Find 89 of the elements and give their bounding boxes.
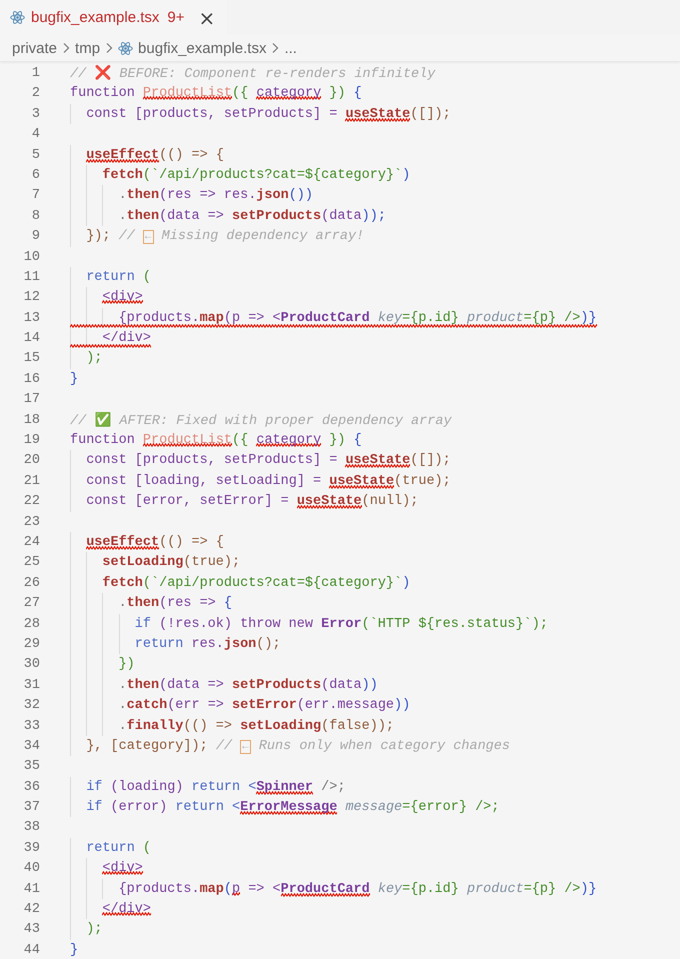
line-number: 4 bbox=[30, 125, 40, 144]
line-number: 1 bbox=[30, 64, 40, 82]
code-line: // ❌ BEFORE: Component re-renders infinitely bbox=[70, 64, 436, 84]
code-line: fetch(`/api/products?cat=${category}`) bbox=[102, 166, 410, 185]
code-line: } bbox=[70, 940, 78, 959]
code-line: const [products, setProducts] = useState([]); bbox=[86, 451, 451, 470]
line-number: 13 bbox=[22, 308, 40, 327]
line-number: 18 bbox=[22, 410, 40, 429]
line-number: 15 bbox=[22, 349, 40, 368]
line-number: 16 bbox=[22, 370, 40, 388]
code-line: if (!res.ok) throw new Error(`HTTP ${res.status}`); bbox=[134, 614, 548, 634]
line-number: 6 bbox=[30, 166, 40, 184]
line-number: 8 bbox=[30, 206, 40, 225]
problem-count: 9+ bbox=[167, 9, 185, 26]
chevron-icon bbox=[105, 42, 114, 54]
code-line: setLoading(true); bbox=[102, 553, 240, 572]
line-number: 41 bbox=[22, 880, 40, 898]
line-number: 11 bbox=[22, 268, 40, 286]
line-number: 31 bbox=[22, 676, 40, 694]
code-line: ); bbox=[86, 349, 102, 368]
code-line: const [loading, setLoading] = useState(true); bbox=[86, 472, 451, 491]
line-number: 32 bbox=[22, 696, 40, 714]
line-number: 20 bbox=[22, 451, 40, 470]
breadcrumb-item[interactable]: bugfix_example.tsx bbox=[138, 40, 266, 56]
line-number: 36 bbox=[22, 778, 40, 796]
code-line: if (error) return <ErrorMessage message={error} />; bbox=[86, 798, 500, 818]
line-number: 24 bbox=[22, 532, 40, 551]
line-number: 37 bbox=[22, 798, 40, 816]
code-line: if (loading) return <Spinner />; bbox=[86, 778, 346, 797]
line-number: 29 bbox=[22, 634, 40, 653]
code-line: } bbox=[70, 370, 78, 388]
code-line: .then(data => setProducts(data)) bbox=[118, 676, 378, 695]
chevron-icon bbox=[271, 42, 280, 54]
line-number: 10 bbox=[22, 248, 40, 266]
line-number: 27 bbox=[22, 594, 40, 612]
line-number: 17 bbox=[22, 390, 40, 408]
code-line: fetch(`/api/products?cat=${category}`) bbox=[102, 574, 410, 593]
line-number: 34 bbox=[22, 736, 40, 755]
code-line: .then(res => res.json()) bbox=[118, 186, 314, 206]
line-number: 25 bbox=[22, 553, 40, 572]
code-line: function ProductList({ category }) { bbox=[70, 84, 362, 102]
line-number: 42 bbox=[22, 900, 40, 918]
code-line: // ✅ AFTER: Fixed with proper dependency array bbox=[70, 410, 452, 430]
line-number: 39 bbox=[22, 838, 40, 857]
code-line: const [products, setProducts] = useState([]); bbox=[86, 104, 451, 124]
line-number: 38 bbox=[22, 818, 40, 836]
line-number: 26 bbox=[22, 574, 40, 592]
line-number: 33 bbox=[22, 716, 40, 734]
more-button[interactable]: ... bbox=[284, 40, 297, 56]
line-number: 43 bbox=[22, 920, 40, 938]
code-line: .finally(() => setLoading(false)); bbox=[118, 716, 394, 736]
line-number: 2 bbox=[30, 84, 40, 102]
code-line: return ( bbox=[86, 838, 152, 857]
code-line: .catch(err => setError(err.message)) bbox=[118, 696, 410, 716]
code-line: function ProductList({ category }) { bbox=[70, 431, 362, 450]
line-number: 35 bbox=[22, 757, 40, 776]
breadcrumb-item[interactable]: private bbox=[12, 40, 58, 56]
code-line: }); // ← Missing dependency array! bbox=[86, 227, 364, 246]
line-number: 9 bbox=[30, 227, 40, 246]
line-number: 12 bbox=[22, 288, 40, 306]
code-line: return ( bbox=[86, 268, 152, 286]
code-line: }, [category]); // ← Runs only when category changes bbox=[86, 736, 510, 756]
atom-icon bbox=[10, 10, 25, 25]
line-number: 5 bbox=[30, 146, 40, 164]
line-number: 22 bbox=[22, 492, 40, 510]
line-number: 14 bbox=[22, 329, 40, 348]
code-line: .then(res => { bbox=[118, 594, 232, 614]
breadcrumb-item[interactable]: tmp bbox=[75, 40, 100, 56]
line-number: 44 bbox=[22, 940, 40, 959]
code-line: ); bbox=[86, 920, 102, 938]
line-number: 28 bbox=[22, 614, 40, 633]
line-number: 7 bbox=[30, 186, 40, 204]
code-line: const [error, setError] = useState(null); bbox=[86, 492, 418, 512]
line-number: 23 bbox=[22, 512, 40, 531]
tab-title: bugfix_example.tsx bbox=[31, 9, 160, 26]
code-line: }) bbox=[118, 655, 135, 674]
line-number: 19 bbox=[22, 431, 40, 450]
line-number: 3 bbox=[30, 104, 40, 123]
atom-icon bbox=[118, 40, 134, 56]
code-line: return res.json(); bbox=[134, 634, 281, 654]
code-line: useEffect(() => { bbox=[86, 146, 224, 165]
line-number: 40 bbox=[22, 859, 40, 878]
code-line: .then(data => setProducts(data)); bbox=[118, 206, 386, 226]
line-number: 21 bbox=[22, 472, 40, 490]
code-line: useEffect(() => { bbox=[86, 532, 224, 552]
chevron-icon bbox=[62, 42, 70, 54]
line-number: 30 bbox=[22, 655, 40, 674]
close-button[interactable]: × bbox=[194, 8, 220, 28]
code-line: {products.map(p => <ProductCard key={p.id} product={p} />)} bbox=[118, 880, 597, 899]
